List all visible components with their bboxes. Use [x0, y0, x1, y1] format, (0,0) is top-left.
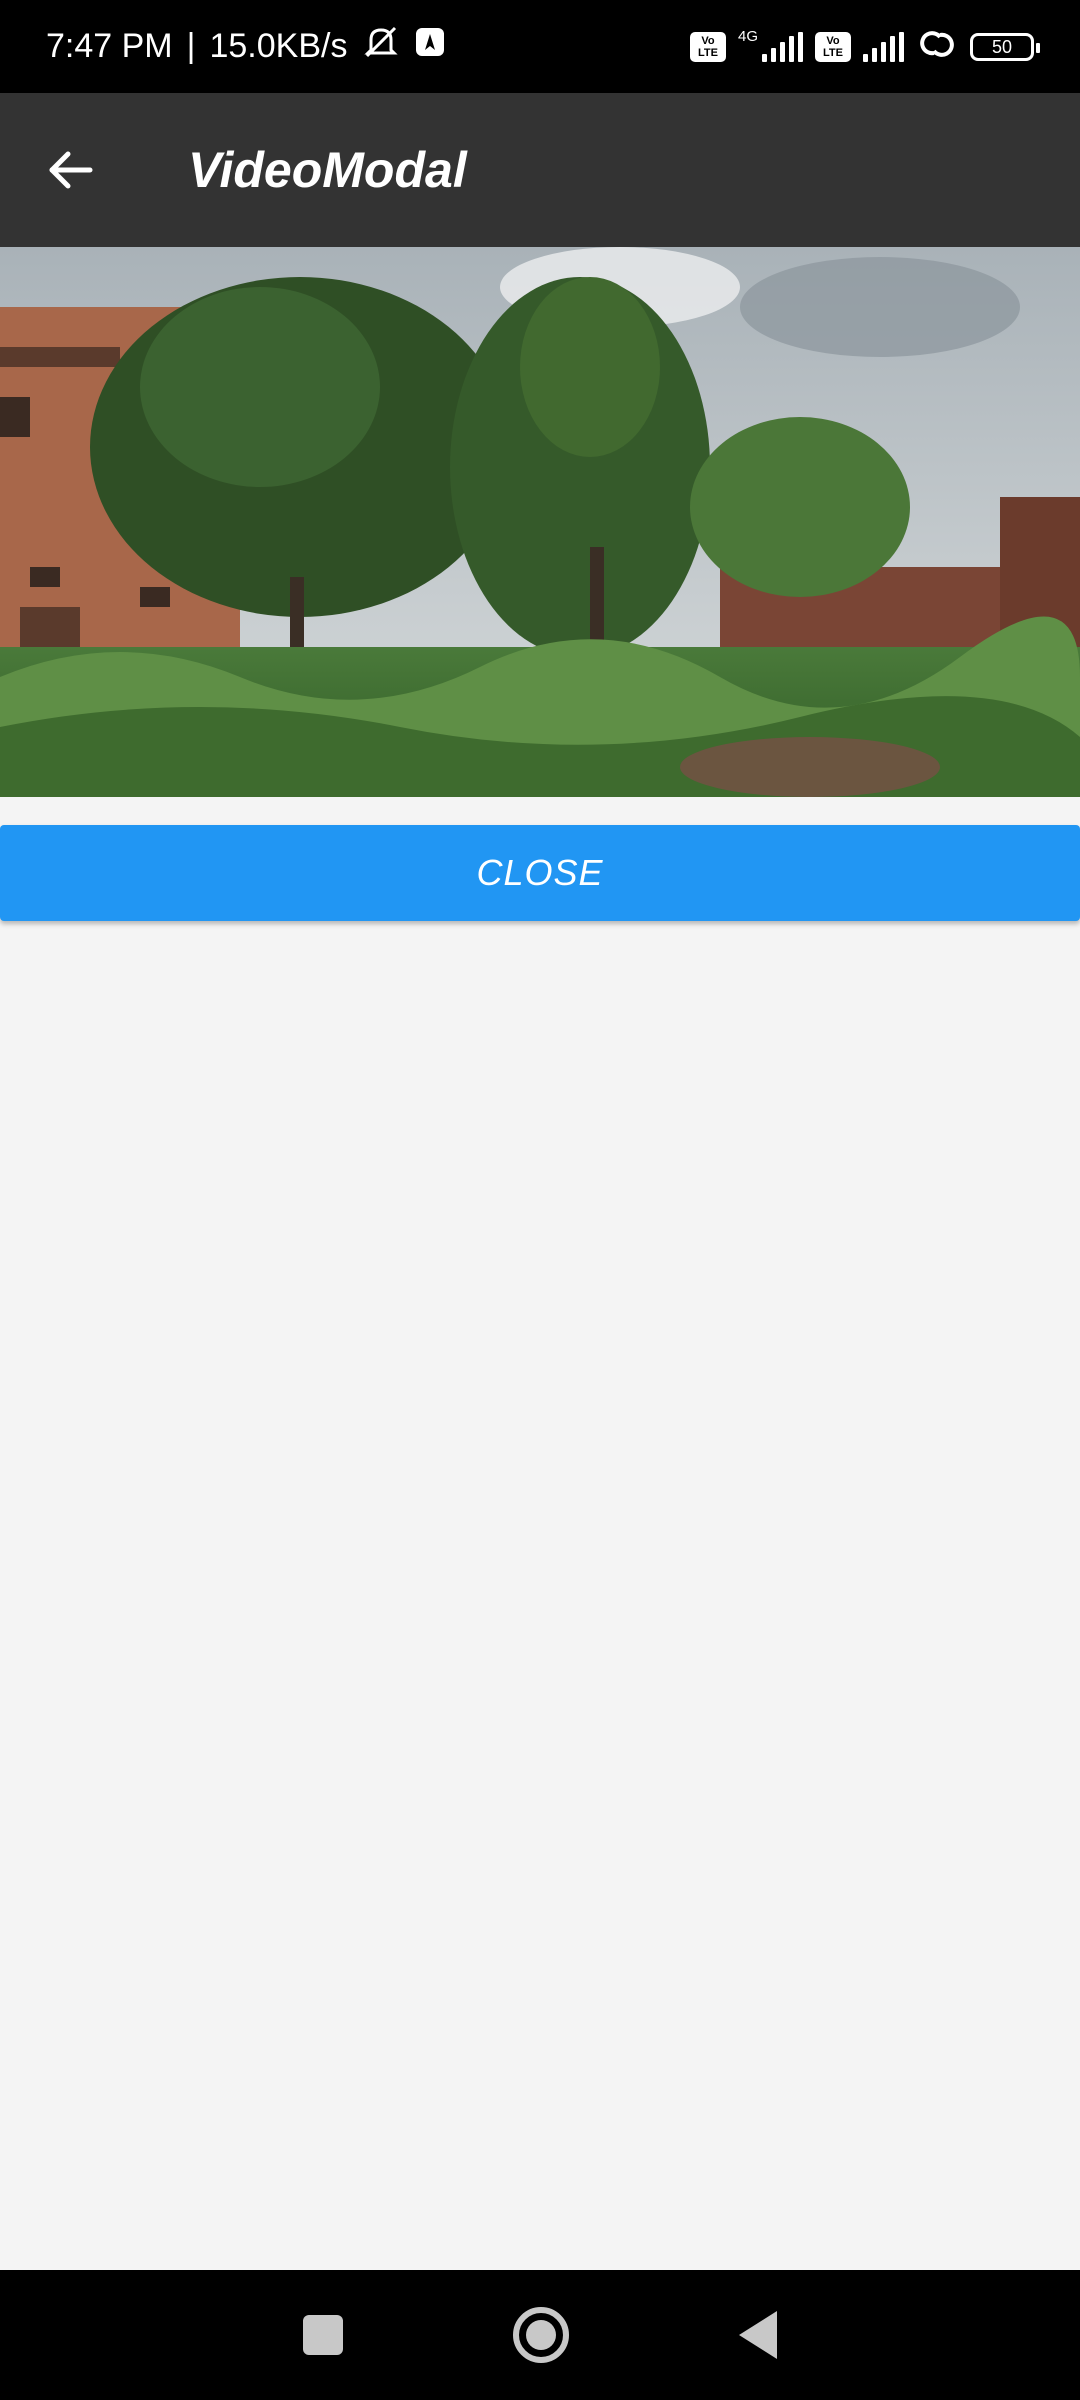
status-right: Vo LTE 4G Vo LTE 50: [689, 27, 1040, 66]
video-frame: [0, 247, 1080, 797]
clock: 7:47 PM: [46, 27, 173, 65]
status-bar: 7:47 PM | 15.0KB/s Vo LTE 4G Vo LTE 50: [0, 0, 1080, 93]
volte-icon: Vo LTE: [689, 31, 726, 62]
volte-icon-2: Vo LTE: [815, 31, 851, 62]
arrow-left-icon: [49, 151, 93, 189]
home-dot: [526, 2320, 556, 2350]
app-bar: VideoModal: [0, 93, 1080, 247]
network-type: 4G: [737, 28, 758, 45]
close-button[interactable]: CLOSE: [0, 825, 1080, 921]
status-left: 7:47 PM | 15.0KB/s: [46, 24, 445, 69]
network-speed: 15.0KB/s: [209, 27, 348, 65]
system-nav-bar: [0, 2270, 1080, 2400]
page-title: VideoModal: [188, 142, 467, 198]
back-nav-button[interactable]: [739, 2311, 777, 2359]
video-player[interactable]: [0, 247, 1080, 797]
battery-icon: 50: [970, 32, 1040, 61]
signal-icon: [762, 31, 803, 62]
hotspot-link-icon: [916, 27, 958, 66]
back-button[interactable]: [0, 93, 140, 247]
app-notification-icon: [415, 27, 445, 66]
home-button[interactable]: [513, 2307, 569, 2363]
status-separator: |: [186, 27, 196, 65]
mute-bell-icon: [361, 24, 401, 69]
recents-button[interactable]: [303, 2315, 343, 2355]
signal-icon-2: [863, 31, 904, 62]
